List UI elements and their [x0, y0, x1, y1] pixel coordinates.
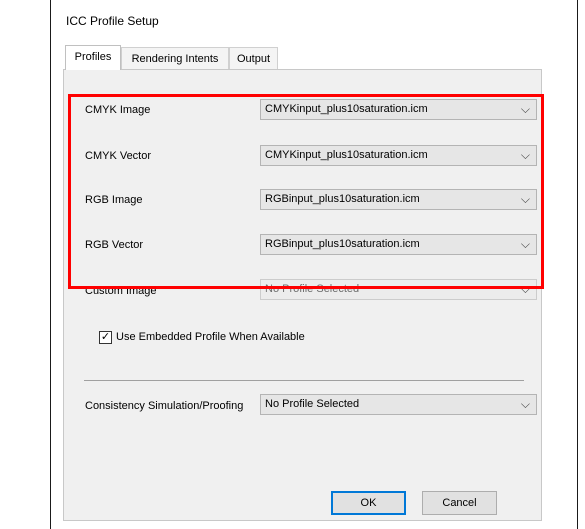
chevron-down-icon: ⌵: [520, 192, 530, 206]
tab-profiles[interactable]: Profiles: [65, 45, 121, 70]
rgb-vector-value: RGBinput_plus10saturation.icm: [265, 238, 420, 250]
cmyk-vector-value: CMYKinput_plus10saturation.icm: [265, 149, 428, 161]
right-border: [577, 0, 578, 529]
rgb-image-value: RGBinput_plus10saturation.icm: [265, 193, 420, 205]
cmyk-image-select[interactable]: CMYKinput_plus10saturation.icm ⌵: [260, 99, 537, 120]
cmyk-image-label: CMYK Image: [85, 104, 151, 116]
cmyk-vector-select[interactable]: CMYKinput_plus10saturation.icm ⌵: [260, 145, 537, 166]
custom-image-label: Custom Image: [85, 285, 157, 297]
dialog-title: ICC Profile Setup: [66, 14, 159, 28]
chevron-down-icon: ⌵: [520, 102, 530, 116]
chevron-down-icon: ⌵: [520, 282, 530, 296]
rgb-image-select[interactable]: RGBinput_plus10saturation.icm ⌵: [260, 189, 537, 210]
chevron-down-icon: ⌵: [520, 237, 530, 251]
cmyk-vector-label: CMYK Vector: [85, 150, 152, 162]
use-embedded-profile-label[interactable]: Use Embedded Profile When Available: [116, 331, 305, 343]
tab-rendering-intents[interactable]: Rendering Intents: [121, 47, 229, 69]
consistency-label: Consistency Simulation/Proofing: [85, 400, 244, 412]
rgb-vector-select[interactable]: RGBinput_plus10saturation.icm ⌵: [260, 234, 537, 255]
consistency-value: No Profile Selected: [265, 398, 360, 410]
rgb-image-label: RGB Image: [85, 194, 143, 206]
custom-image-value: No Profile Selected: [265, 283, 360, 295]
rgb-vector-label: RGB Vector: [85, 239, 144, 251]
cancel-button[interactable]: Cancel: [422, 491, 497, 515]
custom-image-select[interactable]: No Profile Selected ⌵: [260, 279, 537, 300]
tab-output[interactable]: Output: [229, 47, 278, 69]
ok-button[interactable]: OK: [331, 491, 406, 515]
chevron-down-icon: ⌵: [520, 397, 530, 411]
cmyk-image-value: CMYKinput_plus10saturation.icm: [265, 103, 428, 115]
use-embedded-profile-checkbox[interactable]: ✓: [99, 331, 112, 344]
separator: [84, 380, 524, 381]
consistency-select[interactable]: No Profile Selected ⌵: [260, 394, 537, 415]
chevron-down-icon: ⌵: [520, 148, 530, 162]
